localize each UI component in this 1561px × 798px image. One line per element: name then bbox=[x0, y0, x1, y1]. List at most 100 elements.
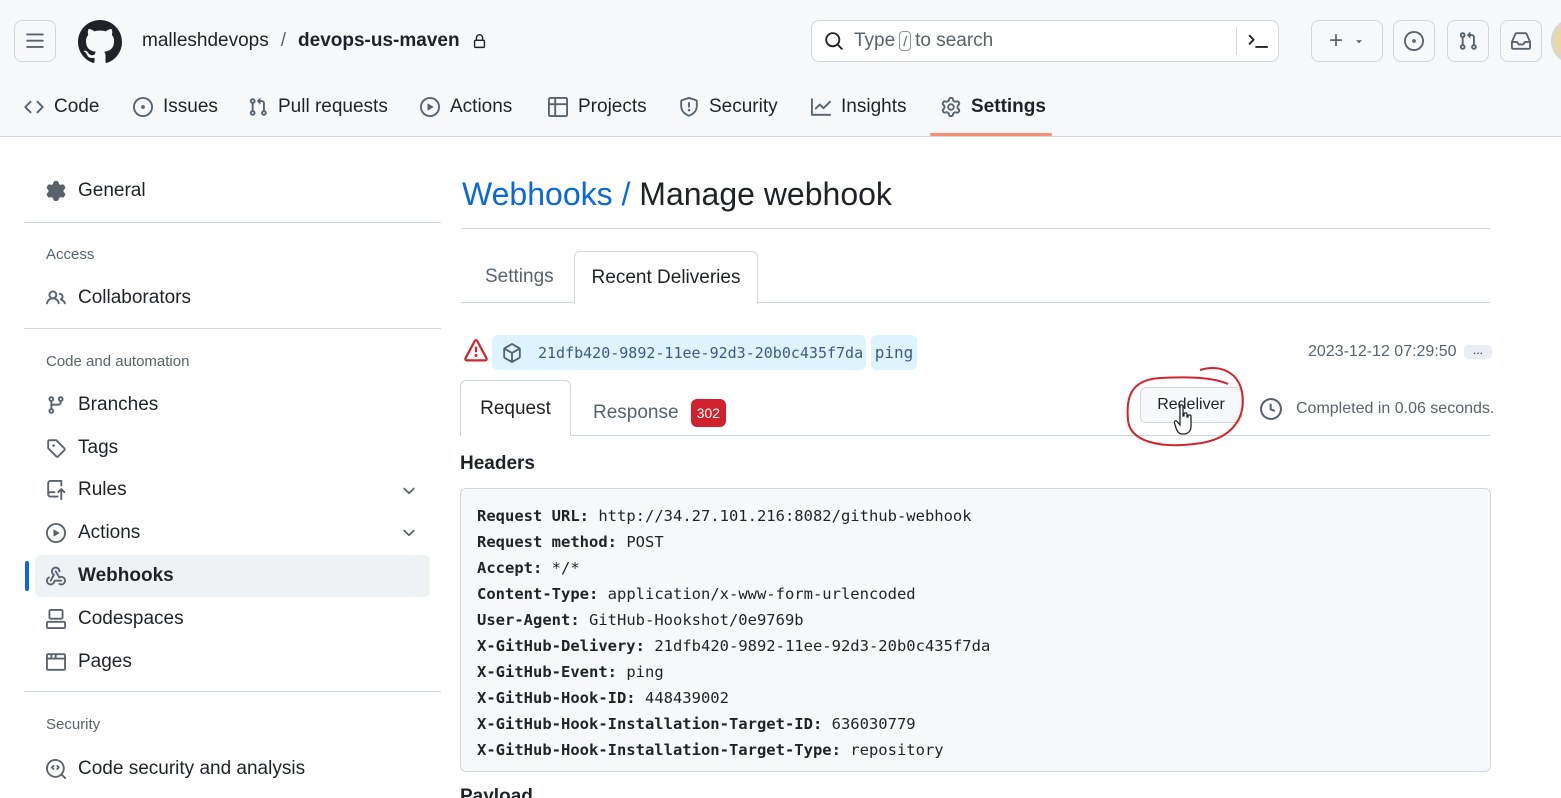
sidebar-item-label: Codespaces bbox=[78, 608, 184, 629]
subtab-recent-deliveries[interactable]: Recent Deliveries bbox=[574, 251, 758, 304]
sidebar-item-label: Tags bbox=[78, 437, 119, 458]
inbox-button[interactable] bbox=[1500, 20, 1542, 62]
tab-response[interactable]: Response 302 bbox=[593, 399, 726, 427]
active-tab-underline bbox=[930, 133, 1052, 136]
codescan-icon bbox=[46, 759, 66, 779]
graph-icon bbox=[811, 98, 831, 116]
tab-pull-requests[interactable]: Pull requests bbox=[248, 84, 388, 130]
tab-actions[interactable]: Actions bbox=[420, 84, 512, 130]
header-key: Content-Type: bbox=[477, 585, 599, 603]
gear-icon bbox=[941, 97, 961, 117]
more-options-button[interactable]: ... bbox=[1464, 344, 1492, 359]
triangle-down-icon bbox=[1356, 40, 1362, 44]
clock-icon bbox=[1260, 398, 1282, 420]
tab-code-label: Code bbox=[54, 96, 100, 117]
command-palette-button[interactable] bbox=[1236, 27, 1278, 55]
chevron-down-icon[interactable] bbox=[400, 524, 418, 542]
github-logo-icon[interactable] bbox=[78, 20, 122, 64]
headers-heading: Headers bbox=[460, 453, 535, 474]
repo-name-link[interactable]: devops-us-maven bbox=[298, 30, 460, 52]
webhook-icon bbox=[46, 566, 66, 586]
repo-owner-link[interactable]: malleshdevops bbox=[142, 30, 269, 52]
sidebar-item-codespaces[interactable]: Codespaces bbox=[46, 608, 184, 630]
tab-issues-label: Issues bbox=[163, 96, 218, 117]
menu-button[interactable] bbox=[14, 20, 56, 62]
alert-icon bbox=[464, 339, 488, 362]
hand-pointer-icon bbox=[1174, 404, 1192, 435]
tab-projects[interactable]: Projects bbox=[548, 84, 647, 130]
delivery-guid[interactable]: 21dfb420-9892-11ee-92d3-20b0c435f7da bbox=[492, 335, 866, 370]
sidebar-item-tags[interactable]: Tags bbox=[46, 437, 118, 459]
tab-insights[interactable]: Insights bbox=[811, 84, 906, 130]
header-key: X-GitHub-Hook-Installation-Target-ID: bbox=[477, 715, 823, 733]
sidebar-item-label: General bbox=[78, 180, 146, 201]
header-key: X-GitHub-Delivery: bbox=[477, 637, 645, 655]
sidebar-heading-security: Security bbox=[46, 716, 101, 733]
sidebar-item-actions[interactable]: Actions bbox=[46, 522, 140, 544]
header-line: X-GitHub-Delivery: 21dfb420-9892-11ee-92… bbox=[477, 633, 1474, 659]
header-line: Request URL: http://34.27.101.216:8082/g… bbox=[477, 503, 1474, 529]
header-key: Request method: bbox=[477, 533, 617, 551]
pull-request-icon bbox=[249, 97, 267, 116]
tab-insights-label: Insights bbox=[841, 96, 907, 117]
sidebar-item-label: Rules bbox=[78, 479, 127, 500]
play-icon bbox=[46, 523, 66, 543]
sidebar-item-general[interactable]: General bbox=[46, 180, 146, 202]
sidebar-active-indicator bbox=[25, 561, 29, 591]
header-key: Accept: bbox=[477, 559, 543, 577]
webhooks-breadcrumb-link[interactable]: Webhooks bbox=[462, 176, 613, 212]
sidebar-item-label: Collaborators bbox=[78, 287, 191, 308]
issues-button[interactable] bbox=[1393, 20, 1435, 62]
page-title: Webhooks / Manage webhook bbox=[462, 176, 892, 213]
sidebar-heading-code-automation: Code and automation bbox=[46, 353, 190, 370]
header-value: application/x-www-form-urlencoded bbox=[607, 585, 916, 603]
sidebar-item-webhooks[interactable]: Webhooks bbox=[46, 565, 174, 587]
header-value: GitHub-Hookshot/0e9769b bbox=[589, 611, 804, 629]
pull-requests-button[interactable] bbox=[1447, 20, 1489, 62]
tab-request[interactable]: Request bbox=[460, 380, 571, 436]
tab-security-label: Security bbox=[709, 96, 778, 117]
sidebar-item-pages[interactable]: Pages bbox=[46, 651, 132, 673]
header-line: X-GitHub-Event: ping bbox=[477, 659, 1474, 685]
sidebar-item-rules[interactable]: Rules bbox=[46, 479, 127, 501]
delivery-completed-status: Completed in 0.06 seconds. bbox=[1260, 398, 1494, 420]
table-icon bbox=[548, 97, 568, 117]
search-input[interactable]: Type / to search bbox=[811, 20, 1279, 62]
tab-projects-label: Projects bbox=[578, 96, 647, 117]
sidebar-divider bbox=[24, 222, 441, 223]
sidebar-item-branches[interactable]: Branches bbox=[46, 394, 158, 416]
sidebar-divider bbox=[24, 691, 441, 692]
tab-issues[interactable]: Issues bbox=[133, 84, 218, 130]
header-key: User-Agent: bbox=[477, 611, 580, 629]
user-avatar[interactable] bbox=[1551, 18, 1561, 64]
header-line: User-Agent: GitHub-Hookshot/0e9769b bbox=[477, 607, 1474, 633]
tab-actions-label: Actions bbox=[450, 96, 513, 117]
delivery-guid-text: 21dfb420-9892-11ee-92d3-20b0c435f7da bbox=[538, 343, 864, 362]
header-line: X-GitHub-Hook-Installation-Target-ID: 63… bbox=[477, 711, 1474, 737]
terminal-icon bbox=[1248, 34, 1268, 48]
sidebar-item-collaborators[interactable]: Collaborators bbox=[46, 287, 191, 309]
tab-settings[interactable]: Settings bbox=[941, 84, 1046, 130]
sidebar-item-code-security[interactable]: Code security and analysis bbox=[46, 758, 305, 780]
tab-code[interactable]: Code bbox=[24, 84, 99, 130]
payload-heading: Payload bbox=[460, 786, 533, 798]
repo-push-icon bbox=[47, 480, 66, 500]
breadcrumb-separator: / bbox=[280, 30, 287, 51]
tab-settings-label: Settings bbox=[971, 96, 1046, 117]
header-key: X-GitHub-Hook-Installation-Target-Type: bbox=[477, 741, 841, 759]
chevron-down-icon[interactable] bbox=[400, 482, 418, 500]
header-line: Accept: */* bbox=[477, 555, 1474, 581]
title-separator: / bbox=[621, 176, 631, 212]
create-new-button[interactable]: + bbox=[1311, 20, 1383, 62]
tab-security[interactable]: Security bbox=[679, 84, 778, 130]
codespaces-icon bbox=[46, 609, 66, 629]
tag-icon bbox=[47, 439, 66, 458]
code-icon bbox=[24, 100, 44, 114]
search-shortcut-key: / bbox=[899, 31, 912, 51]
header-value: POST bbox=[626, 533, 664, 551]
sidebar-divider bbox=[24, 328, 441, 329]
title-text: Manage webhook bbox=[639, 176, 892, 212]
subtab-settings[interactable]: Settings bbox=[485, 266, 554, 288]
header-value: 636030779 bbox=[831, 715, 916, 733]
sidebar-item-label: Actions bbox=[78, 522, 141, 543]
